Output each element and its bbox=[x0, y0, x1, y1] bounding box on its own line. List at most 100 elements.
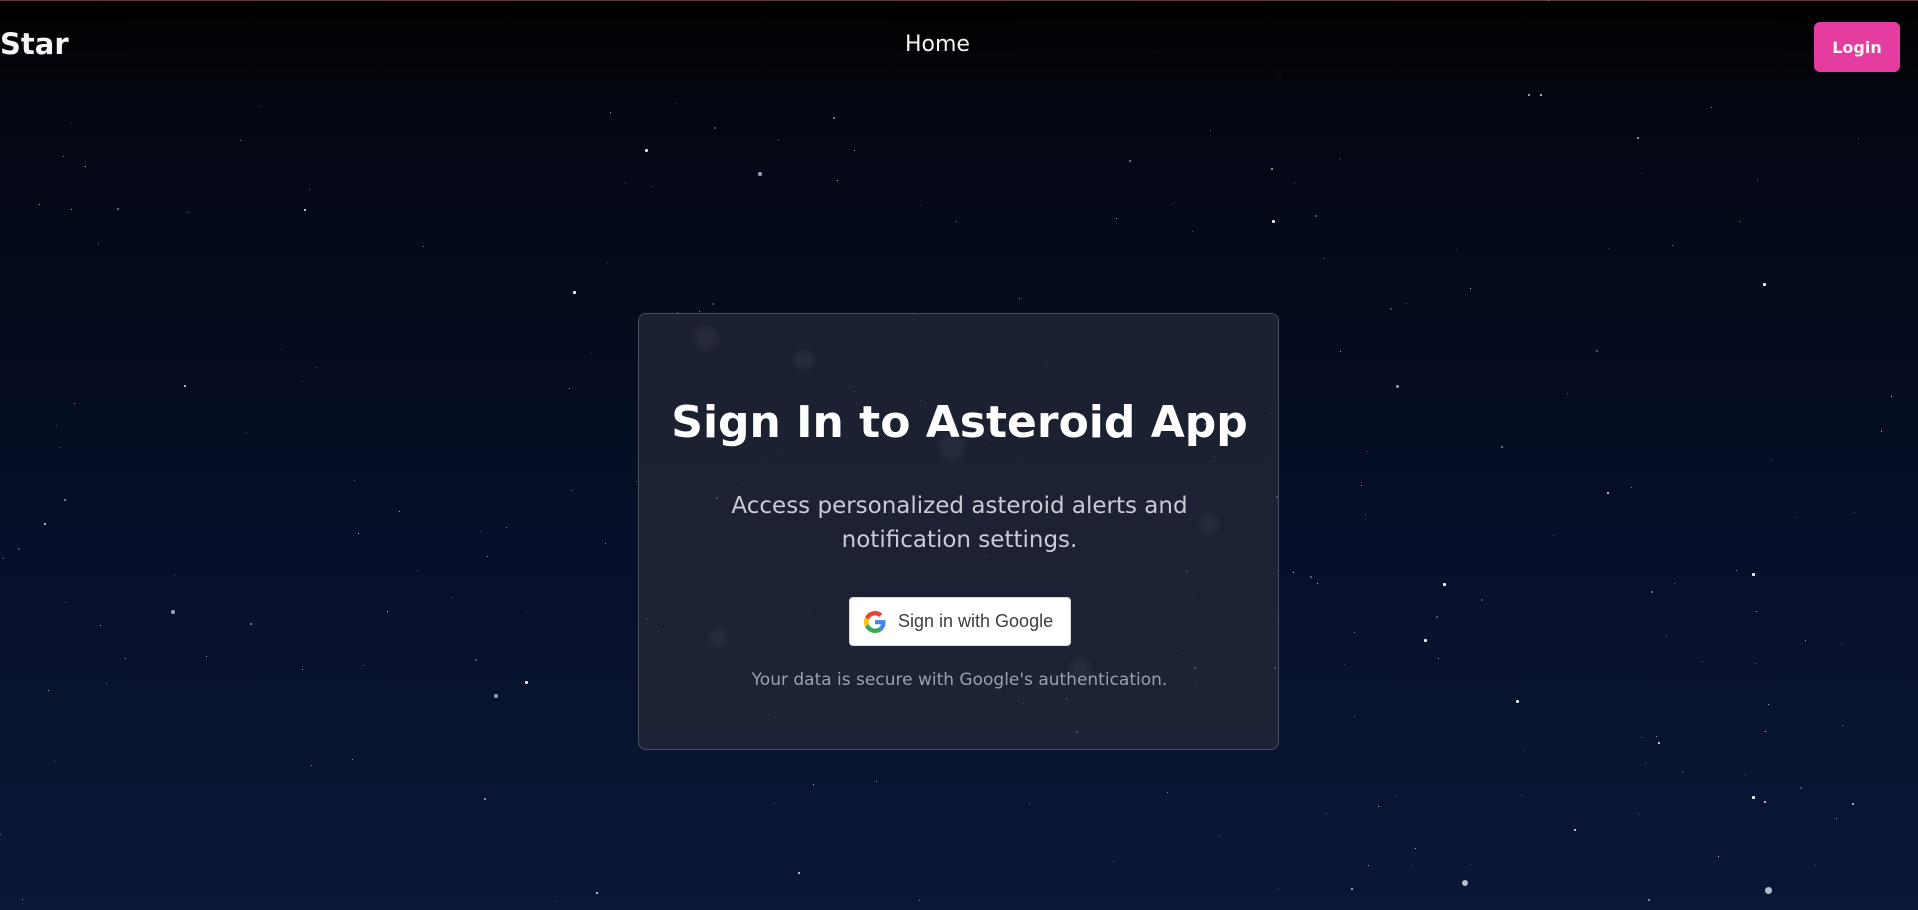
star bbox=[250, 623, 252, 625]
star bbox=[494, 694, 498, 698]
star bbox=[1641, 737, 1643, 739]
star bbox=[1768, 704, 1770, 706]
star bbox=[1315, 215, 1317, 217]
star bbox=[1293, 572, 1295, 574]
star bbox=[1516, 700, 1519, 703]
star bbox=[625, 182, 627, 184]
star bbox=[3, 558, 5, 560]
star bbox=[1765, 887, 1772, 894]
star bbox=[1596, 350, 1598, 352]
star bbox=[1113, 861, 1115, 863]
star bbox=[240, 140, 242, 142]
star bbox=[833, 117, 835, 119]
star bbox=[1271, 168, 1273, 170]
star bbox=[712, 303, 714, 305]
star bbox=[1739, 221, 1741, 223]
star bbox=[1365, 514, 1367, 516]
star bbox=[1340, 351, 1342, 353]
star bbox=[1210, 130, 1212, 132]
star bbox=[876, 781, 878, 783]
star bbox=[352, 759, 354, 761]
brand-logo[interactable]: Star bbox=[0, 27, 69, 61]
star bbox=[676, 103, 678, 105]
star bbox=[423, 246, 425, 248]
star bbox=[1366, 451, 1368, 453]
star bbox=[59, 447, 61, 449]
star bbox=[1638, 814, 1640, 816]
card-decoration bbox=[709, 629, 727, 647]
star bbox=[1219, 835, 1221, 837]
star bbox=[399, 511, 401, 513]
star bbox=[1424, 639, 1427, 642]
star bbox=[1672, 245, 1674, 247]
star bbox=[569, 388, 571, 390]
star bbox=[798, 872, 800, 874]
star bbox=[1396, 385, 1399, 388]
star bbox=[39, 204, 41, 206]
card-decoration bbox=[694, 326, 718, 350]
star bbox=[1344, 664, 1346, 666]
star bbox=[1540, 94, 1542, 96]
star bbox=[484, 798, 486, 800]
star bbox=[451, 597, 453, 599]
star bbox=[1666, 635, 1668, 637]
star bbox=[1718, 856, 1720, 858]
star bbox=[1642, 172, 1644, 174]
star bbox=[1752, 796, 1755, 799]
star bbox=[1637, 137, 1639, 139]
star bbox=[605, 543, 607, 545]
star bbox=[18, 548, 20, 550]
star bbox=[63, 156, 65, 158]
star bbox=[302, 381, 304, 383]
star bbox=[1674, 583, 1676, 585]
signin-card: Sign In to Asteroid App Access personali… bbox=[638, 313, 1279, 750]
star bbox=[610, 112, 612, 114]
star bbox=[837, 180, 839, 182]
star bbox=[171, 610, 175, 614]
star bbox=[1029, 803, 1031, 805]
star bbox=[1523, 750, 1525, 752]
nav-link-home[interactable]: Home bbox=[905, 32, 970, 57]
star bbox=[1574, 829, 1576, 831]
star bbox=[174, 574, 176, 576]
star bbox=[1310, 576, 1312, 578]
star bbox=[506, 527, 508, 529]
google-signin-label: Sign in with Google bbox=[898, 611, 1054, 631]
star bbox=[1323, 258, 1325, 260]
card-decoration bbox=[794, 350, 814, 370]
star bbox=[184, 385, 186, 387]
card-subtitle: Access personalized asteroid alerts and … bbox=[731, 493, 1188, 553]
star bbox=[1567, 393, 1569, 395]
star bbox=[1443, 583, 1446, 586]
star bbox=[417, 570, 419, 572]
star bbox=[1167, 792, 1169, 794]
star bbox=[1682, 772, 1684, 774]
star bbox=[652, 186, 654, 188]
google-logo-icon bbox=[864, 610, 886, 633]
star bbox=[778, 139, 780, 141]
star bbox=[106, 683, 108, 685]
google-signin-button[interactable]: Sign in with Google bbox=[849, 597, 1071, 646]
star bbox=[607, 262, 609, 264]
security-note: Your data is secure with Google's authen… bbox=[751, 670, 1168, 690]
star bbox=[54, 761, 56, 763]
star bbox=[363, 665, 365, 667]
star bbox=[1711, 107, 1713, 109]
star bbox=[1528, 94, 1530, 96]
star bbox=[1881, 431, 1883, 433]
star bbox=[1795, 517, 1797, 519]
star bbox=[302, 669, 304, 671]
star bbox=[1736, 570, 1738, 572]
login-button[interactable]: Login bbox=[1814, 22, 1900, 72]
star bbox=[387, 611, 389, 613]
star bbox=[1702, 661, 1704, 663]
star bbox=[22, 899, 24, 901]
star bbox=[1317, 583, 1319, 585]
star bbox=[1470, 864, 1472, 866]
star bbox=[1752, 573, 1755, 576]
star bbox=[85, 166, 87, 168]
star bbox=[1173, 203, 1175, 205]
star bbox=[1019, 298, 1021, 300]
star bbox=[919, 900, 921, 902]
star bbox=[1462, 880, 1468, 886]
